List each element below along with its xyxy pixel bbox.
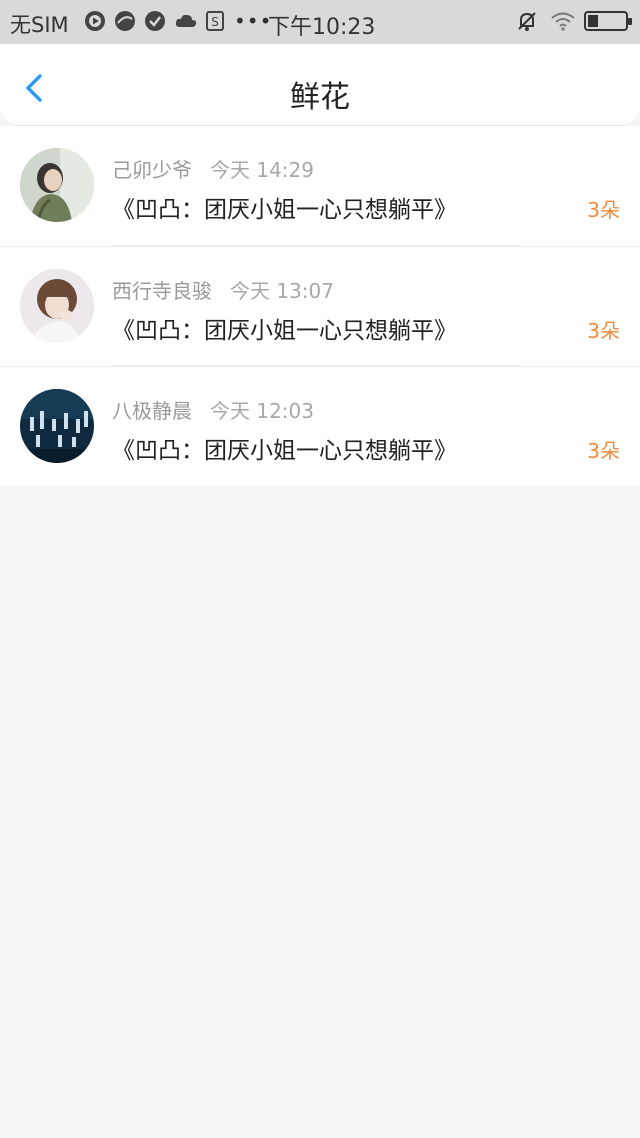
page-title: 鲜花	[290, 80, 350, 115]
mute-bell-icon	[516, 10, 538, 32]
flower-count: 3朵	[587, 319, 620, 343]
browser-icon	[114, 10, 136, 32]
book-title: 《凹凸：团厌小姐一心只想躺平》	[112, 438, 457, 464]
item-meta: 己卯少爷 今天 14:29	[112, 154, 314, 183]
media-play-icon	[84, 10, 106, 32]
list-item[interactable]: 西行寺良骏 今天 13:07 《凹凸：团厌小姐一心只想躺平》 3朵	[0, 246, 640, 366]
item-time: 今天 13:07	[230, 279, 334, 303]
user-name: 西行寺良骏	[112, 279, 212, 303]
item-meta: 八极静晨 今天 12:03	[112, 395, 314, 424]
user-name: 己卯少爷	[112, 158, 192, 182]
book-title: 《凹凸：团厌小姐一心只想躺平》	[112, 197, 457, 223]
check-circle-icon	[144, 10, 166, 32]
flower-count: 3朵	[587, 198, 620, 222]
avatar	[20, 389, 94, 463]
status-icons-right	[516, 10, 632, 32]
carrier-label: 无SIM	[10, 13, 69, 37]
battery-icon	[584, 11, 632, 31]
item-time: 今天 12:03	[210, 399, 314, 423]
book-title: 《凹凸：团厌小姐一心只想躺平》	[112, 318, 457, 344]
list-item[interactable]: 八极静晨 今天 12:03 《凹凸：团厌小姐一心只想躺平》 3朵	[0, 366, 640, 486]
clock: 下午10:23	[268, 15, 376, 40]
user-name: 八极静晨	[112, 399, 192, 423]
wifi-icon	[550, 10, 575, 32]
flower-count: 3朵	[587, 439, 620, 463]
status-bar: 无SIM S ••• 下午10:23	[0, 0, 640, 44]
item-time: 今天 14:29	[210, 158, 314, 182]
flower-list: 己卯少爷 今天 14:29 《凹凸：团厌小姐一心只想躺平》 3朵 西行寺良骏 今天 …	[0, 126, 640, 486]
svg-text:S: S	[211, 15, 219, 29]
avatar	[20, 269, 94, 343]
cloud-icon	[174, 10, 197, 32]
sim-card-icon: S	[204, 10, 226, 32]
nav-bar: 鲜花	[0, 44, 640, 126]
status-icons-left: S •••	[84, 10, 272, 32]
list-item[interactable]: 己卯少爷 今天 14:29 《凹凸：团厌小姐一心只想躺平》 3朵	[0, 126, 640, 246]
screen: 无SIM S ••• 下午10:23 鲜花 己卯少爷 今天 14:29 《凹凸：…	[0, 0, 640, 1138]
more-icon: •••	[234, 9, 273, 33]
item-meta: 西行寺良骏 今天 13:07	[112, 275, 334, 304]
avatar	[20, 148, 94, 222]
